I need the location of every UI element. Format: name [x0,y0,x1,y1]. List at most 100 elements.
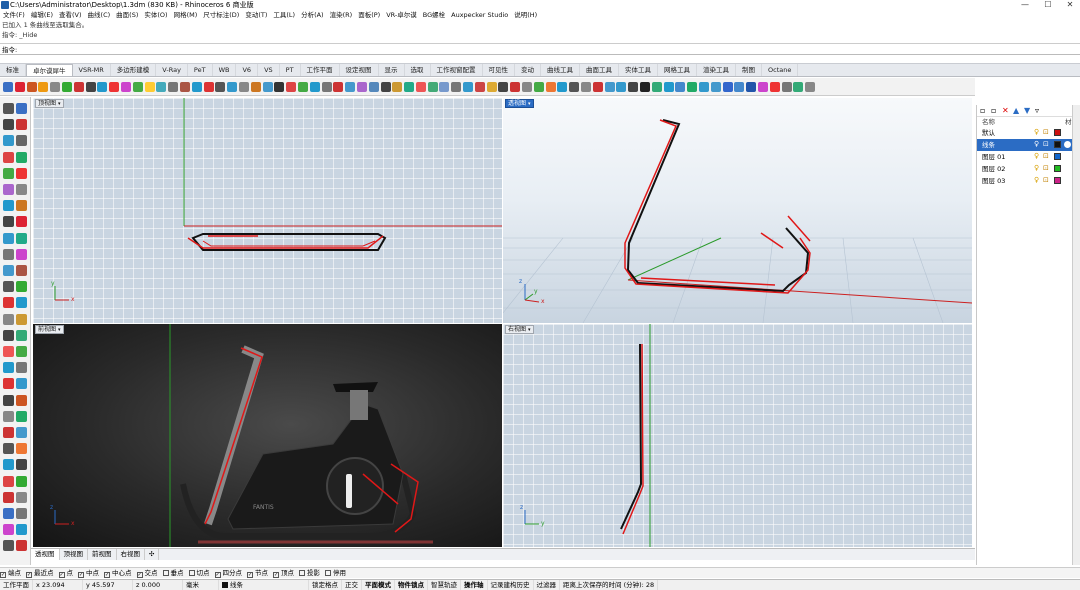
tool-button-icon[interactable] [16,362,27,374]
command-prompt[interactable]: 指令: [0,45,1080,55]
tool-button-icon[interactable] [675,81,686,92]
tool-button-icon[interactable] [3,459,14,471]
toolbar-tab[interactable]: PeT [188,64,213,76]
tool-button-icon[interactable] [16,103,27,114]
tool-button-icon[interactable] [16,346,27,357]
tool-button-icon[interactable] [3,232,14,244]
tool-button-icon[interactable] [3,167,14,179]
lock-icon[interactable]: ⊡ [1043,129,1050,136]
tool-button-icon[interactable] [427,81,438,92]
tool-button-icon[interactable] [144,81,155,92]
layer-color-swatch[interactable] [1054,141,1061,148]
tool-button-icon[interactable] [16,378,27,390]
viewport-perspective[interactable]: z y x 透视图 ▾ [503,98,972,323]
tool-button-icon[interactable] [463,81,474,92]
tool-button-icon[interactable] [16,248,27,260]
tool-button-icon[interactable] [215,81,226,92]
tool-button-icon[interactable] [522,81,533,92]
tool-button-icon[interactable] [510,81,521,92]
tool-button-icon[interactable] [3,119,14,131]
status-toggle[interactable]: 物件锁点 [395,580,428,590]
tool-button-icon[interactable] [16,200,27,212]
osnap-toggle[interactable]: 垂点 [162,568,184,578]
tool-button-icon[interactable] [628,81,639,92]
tool-button-icon[interactable] [616,81,627,92]
status-toggle[interactable]: 操作轴 [461,580,488,590]
tool-button-icon[interactable] [333,81,344,92]
tool-button-icon[interactable] [16,427,27,438]
status-cplane[interactable]: 工作平面 [0,580,33,590]
status-toggle[interactable]: 记录建构历史 [488,580,534,590]
tool-button-icon[interactable] [758,81,768,92]
viewport-top[interactable]: y x 顶视图 ▾ [33,98,502,323]
tool-button-icon[interactable] [3,216,14,228]
layer-row[interactable]: 线条 ♀ ⊡ [977,139,1080,151]
tool-button-icon[interactable] [3,313,14,325]
viewport-front[interactable]: FANTIS z x 前视图 ▾ [33,324,502,547]
toolbar-tab[interactable]: 渲染工具 [697,64,737,76]
lightbulb-icon[interactable]: ♀ [1034,153,1041,160]
tool-button-icon[interactable] [474,81,485,92]
toolbar-tab[interactable]: V6 [236,64,259,76]
menu-panels[interactable]: 面板(P) [355,10,383,20]
osnap-toggle[interactable]: ✓ 中点 [78,568,99,578]
osnap-toggle[interactable]: ✓ 四分点 [214,568,242,578]
tool-button-icon[interactable] [699,81,710,92]
tool-button-icon[interactable] [581,81,592,92]
tool-button-icon[interactable] [3,329,14,341]
tool-button-icon[interactable] [85,81,96,92]
right-side-strip[interactable] [1072,105,1080,565]
tool-button-icon[interactable] [746,81,757,92]
toolbar-tab[interactable]: V-Ray [156,64,188,76]
tool-button-icon[interactable] [3,81,13,92]
tool-button-icon[interactable] [16,119,27,131]
tool-button-icon[interactable] [533,81,544,92]
toolbar-tab[interactable]: 多边形建模 [111,64,157,76]
menu-transform[interactable]: 变动(T) [242,10,270,20]
tool-button-icon[interactable] [592,81,603,92]
tool-button-icon[interactable] [769,81,780,92]
status-toggle[interactable]: 平面模式 [362,580,395,590]
tool-button-icon[interactable] [3,200,14,212]
tool-button-icon[interactable] [734,81,745,92]
menu-edit[interactable]: 编辑(E) [28,10,56,20]
tool-button-icon[interactable] [168,81,179,92]
status-toggle[interactable]: 距离上次保存的时间 (分钟): 28 [560,580,659,590]
tool-button-icon[interactable] [16,313,27,325]
toolbar-tab[interactable]: WB [213,64,237,76]
viewport-label-right[interactable]: 右视图 ▾ [505,325,534,334]
tool-button-icon[interactable] [368,81,379,92]
tool-button-icon[interactable] [3,410,14,422]
tool-button-icon[interactable] [50,81,61,92]
tool-button-icon[interactable] [3,508,14,519]
tool-button-icon[interactable] [663,81,674,92]
tool-button-icon[interactable] [710,81,721,92]
lightbulb-icon[interactable]: ♀ [1034,165,1041,172]
tool-button-icon[interactable] [109,81,120,92]
menu-solid[interactable]: 实体(O) [141,10,170,20]
tool-button-icon[interactable] [16,524,27,536]
add-viewport-tab[interactable]: ✣ [145,549,160,560]
tool-button-icon[interactable] [16,410,27,422]
menu-render[interactable]: 渲染(R) [327,10,356,20]
lightbulb-icon[interactable]: ♀ [1034,129,1041,136]
tool-button-icon[interactable] [250,81,261,92]
viewport-label-front[interactable]: 前视图 ▾ [35,325,64,334]
tool-button-icon[interactable] [3,248,14,260]
tool-button-icon[interactable] [274,81,285,92]
tool-button-icon[interactable] [3,443,14,455]
tool-button-icon[interactable] [16,184,27,195]
tool-button-icon[interactable] [3,151,14,163]
lock-icon[interactable]: ⊡ [1043,153,1050,160]
tool-button-icon[interactable] [16,491,27,503]
menu-tools[interactable]: 工具(L) [270,10,298,20]
tool-button-icon[interactable] [16,281,27,293]
menu-auxpecker[interactable]: Auxpecker Studio [448,10,511,20]
status-toggle[interactable]: 智慧轨迹 [428,580,461,590]
tool-button-icon[interactable] [16,459,27,471]
menu-file[interactable]: 文件(F) [0,10,28,20]
tool-button-icon[interactable] [3,491,14,503]
lock-icon[interactable]: ⊡ [1043,141,1050,148]
tool-button-icon[interactable] [404,81,415,92]
tool-button-icon[interactable] [3,362,14,374]
